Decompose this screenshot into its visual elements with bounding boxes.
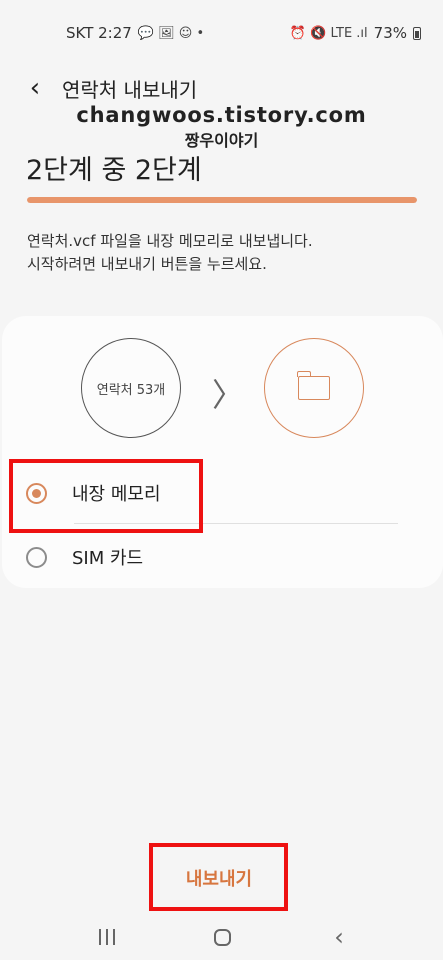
- option-sim-card[interactable]: SIM 카드: [2, 525, 443, 589]
- radio-sim-card[interactable]: [26, 546, 47, 568]
- description: 연락처.vcf 파일을 내장 메모리로 내보냅니다. 시작하려면 내보내기 버튼…: [27, 230, 313, 276]
- radio-internal-memory[interactable]: [26, 482, 47, 504]
- contacts-count-label: 연락처 53개: [96, 382, 166, 398]
- step-title: 2단계 중 2단계: [26, 155, 202, 186]
- export-button[interactable]: 내보내기: [158, 852, 280, 904]
- recents-bar-icon: [113, 929, 115, 945]
- status-right: ⏰ 🔇 LTE .ıl 73%: [290, 24, 421, 42]
- home-icon: [213, 928, 231, 946]
- recents-button[interactable]: [92, 924, 122, 950]
- export-card: 연락처 53개 〉 내장 메모리 SIM 카드: [2, 316, 443, 588]
- status-left: SKT 2:27 💬 🖼 ☺ •: [66, 24, 204, 42]
- app-header: ‹ 연락처 내보내기: [0, 68, 443, 108]
- home-button[interactable]: [207, 924, 237, 950]
- description-line-2: 시작하려면 내보내기 버튼을 누르세요.: [27, 255, 267, 273]
- recents-bar-icon: [99, 929, 101, 945]
- divider: [74, 523, 398, 524]
- option-label: SIM 카드: [72, 548, 144, 569]
- destination-folder-circle: [264, 338, 364, 438]
- step-progress-bar: [27, 197, 417, 203]
- recents-bar-icon: [106, 929, 108, 945]
- chevron-left-icon: ‹: [29, 73, 41, 103]
- option-label: 내장 메모리: [72, 484, 161, 505]
- contacts-source-circle: 연락처 53개: [81, 338, 181, 438]
- carrier-time: SKT 2:27: [66, 24, 132, 42]
- chevron-right-icon: 〉: [212, 376, 245, 414]
- signal-icons: ⏰ 🔇 LTE .ıl: [289, 25, 368, 41]
- nav-back-button[interactable]: ‹: [324, 923, 354, 951]
- battery-percent: 73%: [373, 24, 407, 42]
- option-internal-memory[interactable]: 내장 메모리: [2, 461, 443, 525]
- back-button[interactable]: ‹: [20, 70, 50, 106]
- page-title: 연락처 내보내기: [62, 77, 198, 102]
- battery-icon: [413, 26, 421, 40]
- description-line-1: 연락처.vcf 파일을 내장 메모리로 내보냅니다.: [27, 232, 313, 250]
- folder-icon: [297, 371, 330, 400]
- progress-fill: [27, 197, 417, 203]
- status-bar: SKT 2:27 💬 🖼 ☺ • ⏰ 🔇 LTE .ıl 73%: [0, 0, 443, 66]
- notification-icons: 💬 🖼 ☺ •: [137, 25, 205, 41]
- back-icon: ‹: [334, 923, 344, 951]
- navigation-bar: ‹: [0, 916, 443, 960]
- watermark-url: changwoos.tistory.com: [76, 103, 367, 127]
